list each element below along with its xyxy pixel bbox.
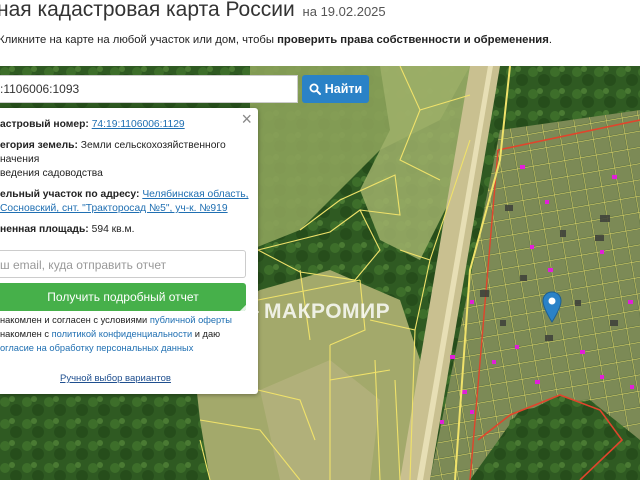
public-offer-link[interactable]: публичной оферты — [150, 315, 232, 325]
land-category-row: егория земель: Земли сельскохозяйственно… — [0, 139, 226, 153]
page-title: ная кадастровая карта России на 19.02.20… — [0, 0, 386, 22]
get-report-button[interactable]: Получить подробный отчет — [0, 283, 246, 311]
map-pin-icon[interactable] — [542, 291, 562, 323]
instruction-suffix: . — [548, 34, 552, 46]
search-input[interactable]: :1106006:1093 — [0, 75, 298, 103]
page-title-text: ная кадастровая карта России — [0, 0, 295, 21]
parcel-info-card: × астровый номер: 74:19:1106006:1129 его… — [0, 108, 258, 394]
address-link[interactable]: Челябинская область, — [142, 189, 248, 200]
search-input-value: :1106006:1093 — [0, 82, 80, 96]
page-header: ная кадастровая карта России на 19.02.20… — [0, 0, 640, 66]
search-button-label: Найти — [324, 82, 363, 96]
land-category-value-line2: начения — [0, 154, 40, 165]
instruction-text: Кликните на карте на любой участок или д… — [0, 34, 552, 46]
consent-line-1-text: накомлен и согласен с условиями — [0, 315, 150, 325]
land-category-value: Земли сельскохозяйственного — [80, 140, 226, 151]
close-icon[interactable]: × — [241, 110, 252, 128]
instruction-bold: проверить права собственности и обремене… — [277, 34, 549, 46]
manual-selection-link[interactable]: Ручной выбор вариантов — [60, 373, 171, 384]
personal-data-consent-link[interactable]: огласие на обработку персональных данных — [0, 343, 193, 353]
watermark-logo-icon — [238, 301, 260, 323]
privacy-policy-link[interactable]: политикой конфиденциальности — [52, 329, 193, 339]
cadastral-number-link[interactable]: 74:19:1106006:1129 — [92, 119, 185, 130]
email-field[interactable]: ш email, куда отправить отчет — [0, 250, 246, 278]
area-value: 594 кв.м. — [91, 224, 135, 235]
email-placeholder: ш email, куда отправить отчет — [0, 258, 167, 272]
consent-line-2: накомлен с политикой конфиденциальности … — [0, 328, 220, 341]
cadastral-number-row: астровый номер: 74:19:1106006:1129 — [0, 118, 185, 132]
consent-line-2-suffix: и даю — [192, 329, 221, 339]
watermark: МАКРОМИР — [237, 300, 390, 324]
area-label: ненная площадь: — [0, 224, 89, 235]
address-link-line2[interactable]: Сосновский, снт. "Тракторосад №5", уч-к.… — [0, 202, 228, 216]
address-label: ельный участок по адресу: — [0, 189, 140, 200]
consent-line-2-text: накомлен с — [0, 329, 52, 339]
consent-line-1: накомлен и согласен с условиями публично… — [0, 314, 232, 327]
address-row: ельный участок по адресу: Челябинская об… — [0, 188, 249, 202]
area-row: ненная площадь: 594 кв.м. — [0, 223, 134, 237]
land-category-value-line3: ведения садоводства — [0, 168, 103, 179]
cadastral-number-label: астровый номер: — [0, 119, 89, 130]
search-button[interactable]: Найти — [302, 75, 369, 103]
consent-line-3: огласие на обработку персональных данных — [0, 342, 193, 355]
page-date: на 19.02.2025 — [302, 4, 386, 19]
land-category-label: егория земель: — [0, 140, 78, 151]
watermark-text: МАКРОМИР — [264, 300, 391, 323]
search-icon — [309, 83, 321, 95]
instruction-prefix: Кликните на карте на любой участок или д… — [0, 34, 278, 46]
